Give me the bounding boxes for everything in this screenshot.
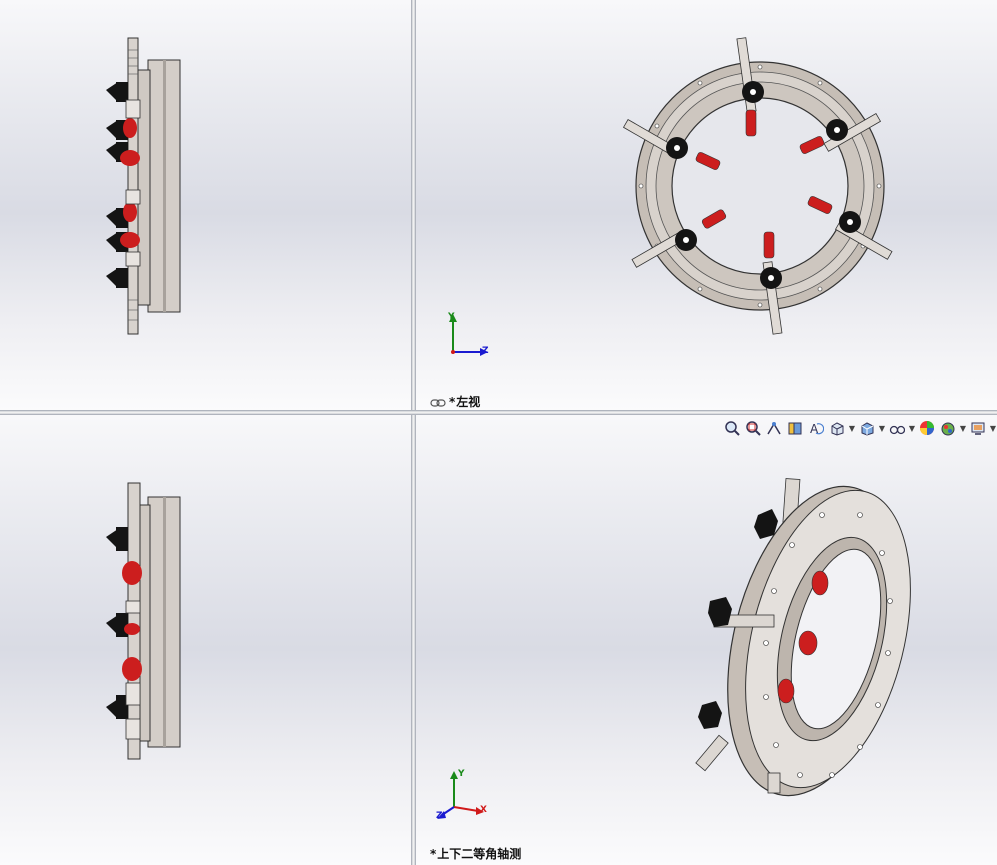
view-name-label: *左视: [430, 393, 480, 410]
section-view-icon[interactable]: [785, 418, 805, 438]
dynamic-annotation-icon[interactable]: A: [806, 418, 826, 438]
heads-up-view-toolbar: A ▼ ▼ ▼ ▼ ▼: [722, 418, 997, 438]
chevron-down-icon[interactable]: ▼: [959, 418, 967, 438]
coordinate-triad-bottom: [437, 771, 484, 819]
axis-label-x: X: [480, 805, 487, 815]
viewport-splitter-horizontal[interactable]: [0, 410, 997, 415]
apply-scene-icon[interactable]: [938, 418, 958, 438]
side-view-model-top: [106, 37, 181, 335]
viewport-bottom-right[interactable]: A ▼ ▼ ▼ ▼ ▼ Y X Z *上下二等角轴测: [416, 415, 997, 865]
viewport-top-left[interactable]: [0, 0, 411, 410]
chevron-down-icon[interactable]: ▼: [908, 418, 916, 438]
display-style-icon[interactable]: [857, 418, 877, 438]
axis-label-z: Z: [436, 811, 443, 821]
zoom-to-fit-icon[interactable]: [722, 418, 742, 438]
hide-show-items-icon[interactable]: [887, 418, 907, 438]
chevron-down-icon[interactable]: ▼: [848, 418, 856, 438]
viewport-bottom-left[interactable]: [0, 415, 411, 865]
zoom-to-area-icon[interactable]: [743, 418, 763, 438]
view-orientation-icon[interactable]: [827, 418, 847, 438]
viewport-splitter-vertical[interactable]: [411, 0, 416, 865]
link-icon: [430, 398, 446, 407]
side-view-model-bottom: [106, 482, 181, 760]
axis-label-y: Y: [458, 769, 465, 779]
edit-appearance-icon[interactable]: [917, 418, 937, 438]
chevron-down-icon[interactable]: ▼: [989, 418, 997, 438]
axis-label-y: Y: [448, 312, 455, 322]
previous-view-icon[interactable]: [764, 418, 784, 438]
view-name-label: *上下二等角轴测: [430, 847, 522, 861]
viewport-top-right[interactable]: Y Z *左视: [416, 0, 997, 410]
chevron-down-icon[interactable]: ▼: [878, 418, 886, 438]
view-settings-icon[interactable]: [968, 418, 988, 438]
axis-label-z: Z: [482, 346, 489, 356]
